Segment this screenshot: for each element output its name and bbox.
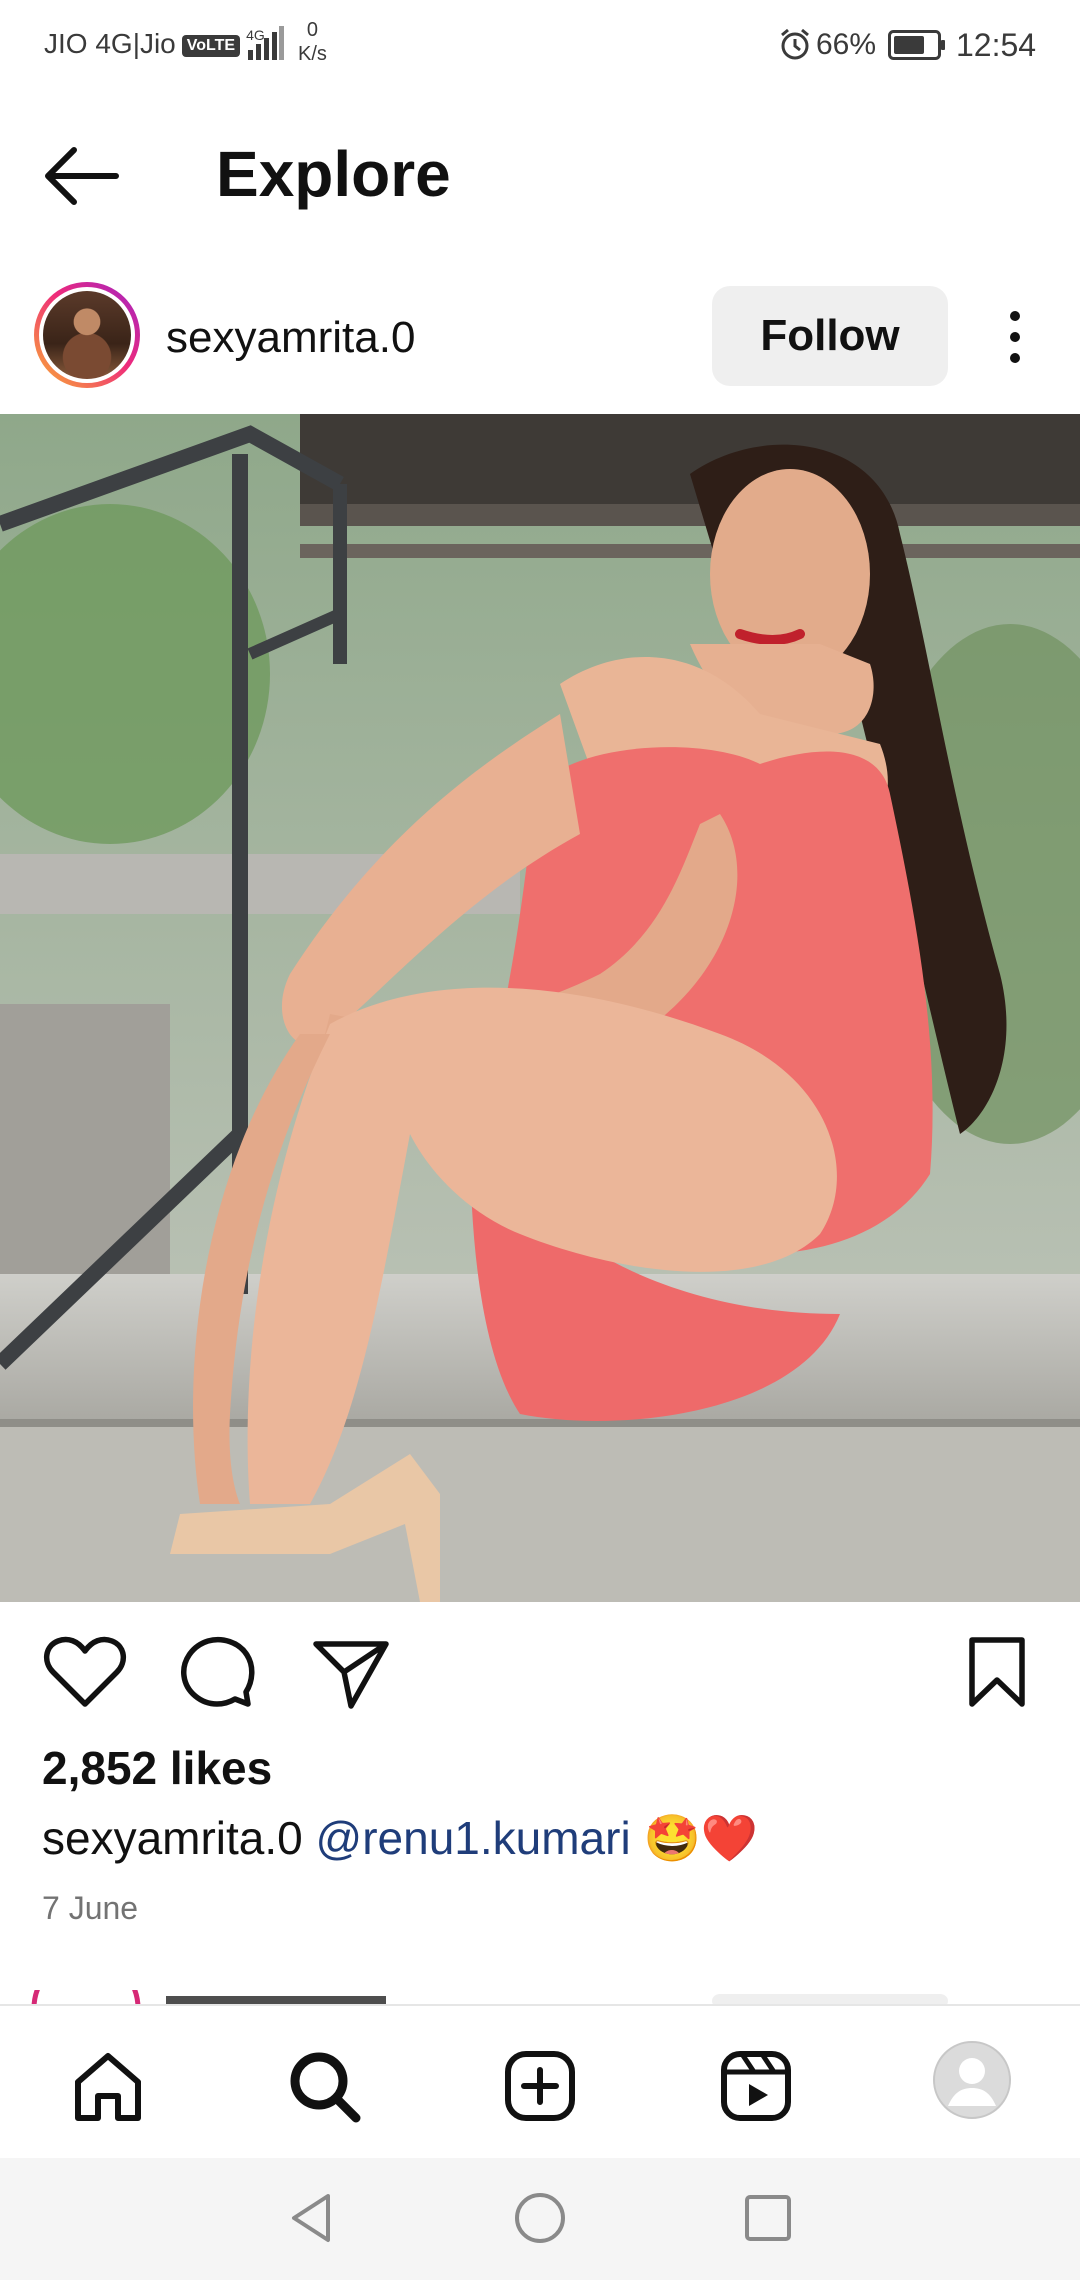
status-bar: JIO 4G|Jio VoLTE4G 0 K/s 66% 12:54: [0, 0, 1080, 92]
caption-mention[interactable]: @renu1.kumari: [316, 1812, 631, 1864]
profile-icon: [933, 2041, 1011, 2119]
nav-home[interactable]: [68, 2046, 148, 2126]
volte-badge: VoLTE: [181, 34, 241, 57]
share-button[interactable]: [306, 1628, 396, 1718]
nav-reels[interactable]: [716, 2046, 796, 2126]
alarm-icon: [778, 27, 812, 66]
likes-count[interactable]: 2,852 likes: [42, 1740, 272, 1796]
post-date: 7 June: [42, 1890, 139, 1926]
more-vertical-icon: [1010, 311, 1020, 363]
like-button[interactable]: [40, 1628, 130, 1718]
battery-percent: 66%: [816, 28, 877, 61]
nav-create[interactable]: [500, 2046, 580, 2126]
system-back-button[interactable]: [282, 2188, 342, 2248]
nav-profile[interactable]: [932, 2040, 1012, 2120]
avatar-image: [43, 291, 131, 379]
system-recents-button[interactable]: [738, 2188, 798, 2248]
home-icon: [75, 2053, 141, 2121]
bottom-nav: [0, 2004, 1080, 2160]
caption-username[interactable]: sexyamrita.0: [42, 1812, 303, 1864]
post-image[interactable]: [0, 414, 1080, 1602]
post-username[interactable]: sexyamrita.0: [166, 310, 415, 366]
heart-icon: [44, 1636, 126, 1707]
bookmark-icon: [969, 1637, 1025, 1707]
caption-emoji: 🤩❤️: [643, 1812, 759, 1864]
carrier-text: JIO 4G|Jio: [44, 28, 176, 59]
clock: 12:54: [956, 27, 1037, 63]
search-icon: [290, 2052, 361, 2123]
save-button[interactable]: [952, 1628, 1042, 1718]
system-home-button[interactable]: [510, 2188, 570, 2248]
avatar[interactable]: [34, 282, 140, 388]
carrier-label: JIO 4G|Jio VoLTE4G: [44, 28, 265, 60]
comment-icon: [181, 1636, 255, 1707]
create-icon: [505, 2051, 575, 2121]
system-nav: [0, 2158, 1080, 2280]
battery-icon: [888, 30, 946, 65]
recents-square-icon: [745, 2195, 791, 2241]
reels-icon: [721, 2051, 791, 2121]
nav-search[interactable]: [284, 2046, 364, 2126]
page-title: Explore: [216, 138, 451, 210]
arrow-left-icon: [45, 147, 119, 205]
signal-icon: [248, 26, 284, 65]
back-triangle-icon: [292, 2194, 330, 2242]
more-options-button[interactable]: [990, 302, 1040, 372]
net-speed-unit: K/s: [298, 43, 327, 65]
home-circle-icon: [515, 2193, 565, 2243]
avatar-ring-gap: [39, 287, 135, 383]
back-button[interactable]: [40, 140, 128, 220]
comment-button[interactable]: [172, 1628, 262, 1718]
post-caption: sexyamrita.0 @renu1.kumari 🤩❤️: [42, 1810, 758, 1866]
net-speed: 0 K/s: [298, 18, 327, 66]
follow-button[interactable]: Follow: [712, 286, 948, 386]
send-icon: [313, 1641, 389, 1709]
net-speed-value: 0: [306, 19, 319, 41]
